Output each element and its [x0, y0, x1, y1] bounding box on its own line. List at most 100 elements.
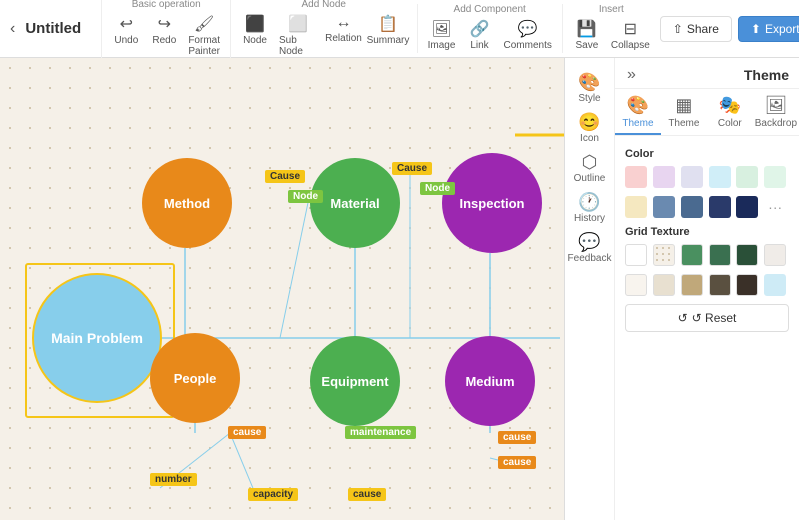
texture-swatch-10[interactable] [709, 274, 731, 296]
panel-title: Theme [744, 67, 789, 83]
theme-tab-icon: 🎨 [627, 95, 649, 116]
material-node[interactable]: Material [310, 158, 400, 248]
texture-swatch-11[interactable] [736, 274, 758, 296]
color-tab-icon: 🎭 [719, 95, 741, 116]
number-label: number [150, 473, 197, 486]
basic-operation-label: Basic operation [132, 0, 201, 10]
color-grid-2: ··· [625, 196, 789, 218]
panel-header: » Theme [615, 58, 799, 89]
color-swatch-8[interactable] [653, 196, 675, 218]
save-button[interactable]: 💾Save [569, 17, 605, 53]
reset-button[interactable]: ↺ ↺ Reset [625, 304, 789, 332]
node-label-1: Node [288, 190, 323, 203]
document-title: Untitled [21, 20, 101, 37]
basic-operation-group: Basic operation ↩Undo ↪Redo 🖌Format Pain… [101, 0, 230, 59]
outline-icon-item[interactable]: ⬡ Outline [565, 148, 614, 188]
relation-icon: ↔ [335, 14, 351, 32]
back-button[interactable]: ‹ [4, 16, 21, 42]
main-problem-node[interactable]: Main Problem [32, 273, 162, 403]
color-swatch-3[interactable] [681, 166, 703, 188]
outline-icon: ⬡ [582, 152, 598, 173]
expand-panel-button[interactable]: » [625, 66, 638, 84]
people-node[interactable]: People [150, 333, 240, 423]
feedback-icon: 💬 [578, 232, 600, 253]
texture-swatch-3[interactable] [681, 244, 703, 266]
yellow-arrow [510, 118, 564, 153]
texture-swatch-5[interactable] [736, 244, 758, 266]
history-icon-item[interactable]: 🕐 History [565, 188, 614, 228]
texture-swatch-4[interactable] [709, 244, 731, 266]
sub-node-button[interactable]: ⬜Sub Node [275, 12, 322, 59]
color-swatch-1[interactable] [625, 166, 647, 188]
color-swatch-4[interactable] [709, 166, 731, 188]
texture-swatch-2[interactable] [653, 244, 675, 266]
image-button[interactable]: 🖼Image [424, 17, 460, 53]
texture-swatch-6[interactable] [764, 244, 786, 266]
grid-texture-label: Grid Texture [625, 226, 789, 238]
main-area: Main Problem Method Material Inspection … [0, 58, 799, 520]
texture-grid-1 [625, 244, 789, 266]
color-swatch-10[interactable] [709, 196, 731, 218]
undo-button[interactable]: ↩Undo [108, 12, 144, 59]
tab-backdrop[interactable]: 🖼 Backdrop [753, 89, 799, 135]
collapse-icon: ⊟ [624, 19, 637, 39]
method-node[interactable]: Method [142, 158, 232, 248]
side-panel: 🎨 Style 😊 Icon ⬡ Outline 🕐 History 💬 Fee… [564, 58, 799, 520]
cause-label-5: cause [348, 488, 386, 501]
add-node-group: Add Node ⬛Node ⬜Sub Node ↔Relation 📋Summ… [230, 0, 417, 59]
summary-button[interactable]: 📋Summary [365, 12, 410, 59]
history-icon: 🕐 [578, 192, 600, 213]
more-colors-button[interactable]: ··· [764, 196, 786, 218]
share-icon: ⇧ [673, 22, 683, 36]
cause-label-2: Cause [392, 162, 432, 175]
medium-node[interactable]: Medium [445, 336, 535, 426]
reset-icon: ↺ [678, 311, 688, 325]
style-icon: 🎨 [578, 72, 600, 93]
theme2-tab-icon: ▦ [675, 95, 692, 116]
icon-icon-item[interactable]: 😊 Icon [565, 108, 614, 148]
color-section-label: Color [625, 148, 789, 160]
panel-tabs: 🎨 Theme ▦ Theme 🎭 Color 🖼 Backdrop [615, 89, 799, 136]
redo-button[interactable]: ↪Redo [146, 12, 182, 59]
collapse-button[interactable]: ⊟Collapse [607, 17, 654, 53]
comments-button[interactable]: 💬Comments [500, 17, 556, 53]
color-swatch-7[interactable] [625, 196, 647, 218]
left-icon-bar: 🎨 Style 😊 Icon ⬡ Outline 🕐 History 💬 Fee… [565, 58, 615, 520]
color-swatch-6[interactable] [764, 166, 786, 188]
undo-icon: ↩ [120, 14, 133, 34]
texture-swatch-1[interactable] [625, 244, 647, 266]
cause-label-4: cause [498, 431, 536, 444]
texture-swatch-12[interactable] [764, 274, 786, 296]
texture-swatch-7[interactable] [625, 274, 647, 296]
inspection-node[interactable]: Inspection [442, 153, 542, 253]
color-swatch-11[interactable] [736, 196, 758, 218]
node-label-2: Node [420, 182, 455, 195]
export-button[interactable]: ⬆ Export [738, 16, 799, 42]
format-painter-button[interactable]: 🖌Format Painter [184, 12, 224, 59]
tab-theme[interactable]: 🎨 Theme [615, 89, 661, 135]
tab-color[interactable]: 🎭 Color [707, 89, 753, 135]
color-swatch-5[interactable] [736, 166, 758, 188]
maintenance-label: maintenance [345, 426, 416, 439]
node-button[interactable]: ⬛Node [237, 12, 273, 59]
link-button[interactable]: 🔗Link [462, 17, 498, 53]
cause-label-1: Cause [265, 170, 305, 183]
texture-swatch-8[interactable] [653, 274, 675, 296]
relation-button[interactable]: ↔Relation [324, 12, 364, 59]
theme-panel: » Theme 🎨 Theme ▦ Theme 🎭 Color 🖼 [615, 58, 799, 520]
style-icon-item[interactable]: 🎨 Style [565, 68, 614, 108]
color-swatch-9[interactable] [681, 196, 703, 218]
diagram-canvas[interactable]: Main Problem Method Material Inspection … [0, 58, 564, 520]
comments-icon: 💬 [518, 19, 538, 39]
feedback-icon-item[interactable]: 💬 Feedback [565, 228, 614, 268]
share-button[interactable]: ⇧ Share [660, 16, 732, 42]
cause-label-3: cause [228, 426, 266, 439]
tab-theme2[interactable]: ▦ Theme [661, 89, 707, 135]
format-painter-icon: 🖌 [194, 14, 214, 34]
texture-swatch-9[interactable] [681, 274, 703, 296]
backdrop-tab-icon: 🖼 [764, 95, 787, 116]
equipment-node[interactable]: Equipment [310, 336, 400, 426]
color-swatch-2[interactable] [653, 166, 675, 188]
add-component-group: Add Component 🖼Image 🔗Link 💬Comments [417, 4, 562, 53]
insert-group: Insert 💾Save ⊟Collapse [562, 4, 660, 53]
